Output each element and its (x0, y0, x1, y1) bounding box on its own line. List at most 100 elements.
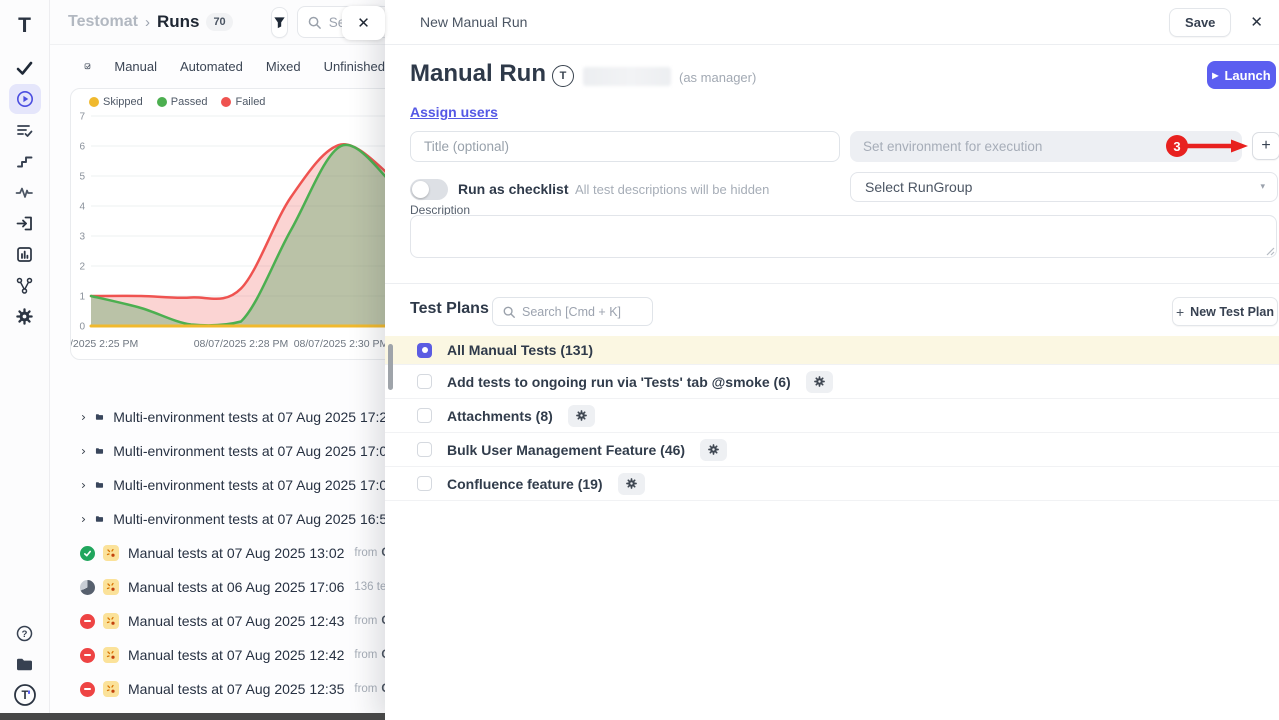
breadcrumb-page[interactable]: Runs (157, 12, 200, 32)
tab-mixed[interactable]: Mixed (266, 59, 301, 74)
legend-item-passed[interactable]: Passed (157, 96, 208, 108)
checkbox[interactable] (417, 442, 432, 457)
runs-area-chart: 0123456708/07/2025 2:25 PM08/07/2025 2:2… (71, 89, 385, 361)
account-button[interactable]: T (9, 680, 41, 710)
new-manual-run-panel: ✕ New Manual Run Save ✕ Manual Run T (as… (385, 0, 1279, 720)
panel-close-button[interactable]: ✕ (342, 6, 385, 40)
nav-settings-icon[interactable] (9, 301, 41, 331)
status-passed-icon (80, 546, 95, 561)
run-row[interactable]: Manual tests at 07 Aug 2025 12:35 fromCu… (50, 672, 385, 706)
tab-manual[interactable]: Manual (114, 59, 157, 74)
manual-run-icon (103, 647, 119, 663)
plan-settings-button[interactable] (806, 371, 833, 393)
chevron-right-icon[interactable] (80, 513, 87, 526)
breadcrumb-app[interactable]: Testomat (68, 13, 138, 31)
toggle-knob (412, 181, 429, 198)
manager-name-redacted (583, 67, 671, 86)
x-tick-label: 08/07/2025 2:25 PM (71, 338, 138, 350)
chevron-right-icon[interactable] (80, 479, 87, 492)
nav-branches-icon[interactable] (9, 270, 41, 300)
filter-button[interactable] (271, 7, 288, 38)
plan-settings-button[interactable] (618, 473, 645, 495)
svg-text:T: T (21, 690, 28, 702)
run-title: Manual tests at 07 Aug 2025 12:43 (128, 613, 344, 629)
checkbox[interactable] (417, 408, 432, 423)
close-icon[interactable]: ✕ (1250, 13, 1263, 31)
select-runs-icon[interactable] (84, 58, 91, 75)
import-icon (15, 214, 34, 233)
chevron-right-icon[interactable] (80, 445, 87, 458)
test-plan-row[interactable]: Add tests to ongoing run via 'Tests' tab… (385, 365, 1279, 399)
annotation-arrow (1185, 139, 1249, 153)
chevron-down-icon: ▾ (1260, 181, 1265, 192)
test-plan-label: Attachments (8) (447, 408, 553, 424)
icon-sidebar: T ? T (0, 0, 50, 720)
report-chart-icon (15, 245, 34, 264)
run-folder-row[interactable]: Multi-environment tests at 07 Aug 2025 1… (50, 434, 385, 468)
test-plans-search-input[interactable] (522, 305, 640, 319)
tab-automated[interactable]: Automated (180, 59, 243, 74)
run-folder-row[interactable]: Multi-environment tests at 07 Aug 2025 1… (50, 400, 385, 434)
run-folder-row[interactable]: Multi-environment tests at 07 Aug 2025 1… (50, 502, 385, 536)
nav-pipelines-icon[interactable] (9, 146, 41, 176)
checkbox[interactable] (417, 374, 432, 389)
test-plan-row[interactable]: Attachments (8) (385, 399, 1279, 433)
save-button[interactable]: Save (1169, 8, 1231, 37)
run-row[interactable]: Manual tests at 07 Aug 2025 13:02 fromCu… (50, 536, 385, 570)
chart-legend: Skipped Passed Failed (89, 96, 265, 108)
app-logo[interactable]: T (18, 12, 31, 40)
left-panel-scrollbar[interactable] (388, 344, 393, 390)
plan-settings-button[interactable] (568, 405, 595, 427)
y-tick-label: 1 (79, 292, 85, 303)
all-manual-tests-row[interactable]: All Manual Tests (131) (385, 336, 1279, 365)
add-environment-button[interactable]: + (1252, 132, 1279, 160)
run-row[interactable]: Manual tests at 07 Aug 2025 12:43 fromCu… (50, 604, 385, 638)
help-button[interactable]: ? (9, 618, 41, 648)
legend-item-failed[interactable]: Failed (221, 96, 265, 108)
folder-icon (95, 443, 104, 459)
run-as-checklist-toggle[interactable] (410, 179, 448, 200)
y-tick-label: 2 (79, 262, 85, 273)
gear-icon (813, 375, 826, 388)
rungroup-select[interactable]: Select RunGroup ▾ (850, 172, 1278, 202)
nav-tests-icon[interactable] (9, 53, 41, 83)
run-title-input[interactable] (410, 131, 840, 162)
launch-button[interactable]: ▶Launch (1207, 61, 1276, 89)
panel-title: New Manual Run (420, 14, 1169, 30)
nav-reports-icon[interactable] (9, 239, 41, 269)
x-tick-label: 08/07/2025 2:30 PM (294, 338, 385, 350)
run-title: Multi-environment tests at 07 Aug 2025 1… (113, 511, 385, 527)
docs-button[interactable] (9, 649, 41, 679)
run-folder-row[interactable]: Multi-environment tests at 07 Aug 2025 1… (50, 468, 385, 502)
y-tick-label: 7 (79, 112, 85, 123)
bottom-edge-bar (0, 713, 385, 720)
new-test-plan-button[interactable]: + New Test Plan (1172, 297, 1278, 326)
test-plan-row[interactable]: Bulk User Management Feature (46) (385, 433, 1279, 467)
checkbox-checked-icon[interactable] (417, 343, 432, 358)
manual-run-icon (103, 681, 119, 697)
run-meta: 136 tests (354, 581, 385, 593)
nav-pulse-icon[interactable] (9, 177, 41, 207)
run-row[interactable]: Manual tests at 07 Aug 2025 12:42 fromCu… (50, 638, 385, 672)
test-plans-search[interactable] (492, 297, 653, 326)
search-icon (307, 15, 322, 30)
assign-users-link[interactable]: Assign users (410, 104, 498, 120)
folder-icon (95, 511, 104, 527)
runs-list: Multi-environment tests at 07 Aug 2025 1… (50, 400, 385, 706)
nav-runs-icon[interactable] (9, 84, 41, 114)
checkbox[interactable] (417, 476, 432, 491)
legend-item-skipped[interactable]: Skipped (89, 96, 143, 108)
y-tick-label: 0 (79, 322, 85, 333)
chevron-right-icon[interactable] (80, 411, 87, 424)
run-title: Manual tests at 07 Aug 2025 13:02 (128, 545, 344, 561)
test-plan-row[interactable]: Confluence feature (19) (385, 467, 1279, 501)
plan-settings-button[interactable] (700, 439, 727, 461)
tab-unfinished[interactable]: Unfinished (324, 59, 385, 74)
run-row[interactable]: Manual tests at 06 Aug 2025 17:06 136 te… (50, 570, 385, 604)
x-tick-label: 08/07/2025 2:28 PM (194, 338, 289, 350)
nav-import-icon[interactable] (9, 208, 41, 238)
manual-run-icon (103, 579, 119, 595)
nav-test-plans-icon[interactable] (9, 115, 41, 145)
description-textarea[interactable] (410, 215, 1277, 258)
y-tick-label: 4 (79, 202, 85, 213)
